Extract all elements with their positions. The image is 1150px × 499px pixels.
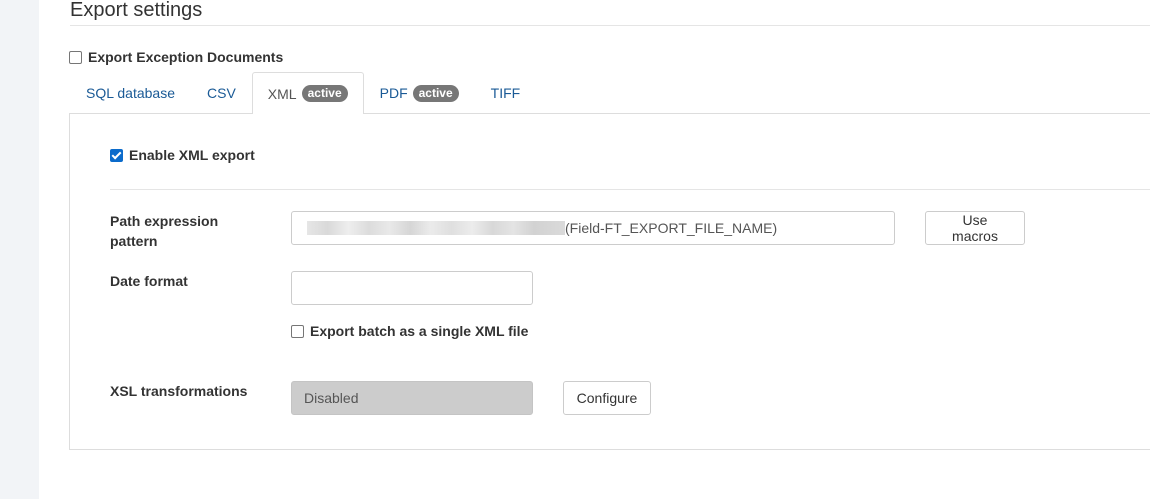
tab-xml[interactable]: XML active [251,72,364,114]
tab-label: CSV [207,85,236,101]
use-macros-button[interactable]: Use macros [925,211,1025,245]
page-title: Export settings [70,0,203,21]
tab-label: XML [267,85,297,102]
left-sidebar-strip [0,0,39,499]
configure-button[interactable]: Configure [563,381,651,415]
tab-label: SQL database [86,85,175,101]
export-format-tabs: SQL database CSV XML active PDF active T… [70,72,536,114]
batch-single-file-label: Export batch as a single XML file [310,323,529,339]
redacted-path-prefix [307,221,565,235]
batch-single-file-checkbox[interactable] [291,324,304,338]
export-exception-row[interactable]: Export Exception Documents [69,49,283,65]
batch-single-file-row[interactable]: Export batch as a single XML file [291,323,528,339]
enable-xml-checkbox[interactable] [110,148,123,162]
export-exception-label: Export Exception Documents [88,49,284,65]
xsl-transformations-field: Disabled [291,381,533,415]
title-divider [70,25,1150,26]
tab-label: TIFF [490,85,521,101]
panel-divider [110,189,1150,190]
path-expression-label: Path expression pattern [110,213,219,249]
tab-pdf[interactable]: PDF active [364,72,475,113]
xsl-transformations-label: XSL transformations [110,383,248,399]
enable-xml-label: Enable XML export [129,147,255,163]
path-expression-input[interactable]: (Field-FT_EXPORT_FILE_NAME) [291,211,895,245]
tab-label: PDF [379,85,408,101]
export-exception-checkbox[interactable] [69,50,82,64]
path-expression-value: (Field-FT_EXPORT_FILE_NAME) [565,220,778,236]
date-format-label: Date format [110,273,188,289]
tab-csv[interactable]: CSV [191,72,252,113]
enable-xml-row[interactable]: Enable XML export [110,147,255,163]
active-badge: active [412,84,459,102]
tab-tiff[interactable]: TIFF [475,72,537,113]
date-format-input[interactable] [291,271,533,305]
active-badge: active [301,85,348,102]
tab-sql-database[interactable]: SQL database [70,72,191,113]
